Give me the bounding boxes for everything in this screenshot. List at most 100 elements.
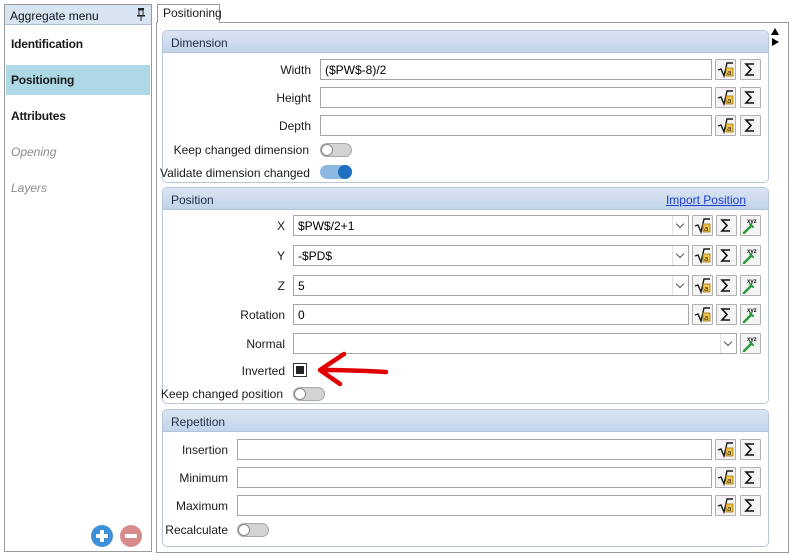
svg-text:a: a: [727, 506, 731, 513]
height-label: Height: [276, 91, 311, 105]
svg-text:xyz: xyz: [747, 308, 757, 314]
height-input[interactable]: [320, 87, 712, 108]
svg-text:a: a: [704, 315, 708, 322]
x-sum-button[interactable]: [716, 215, 737, 236]
add-button[interactable]: [91, 525, 113, 547]
width-label: Width: [280, 63, 311, 77]
svg-text:xyz: xyz: [747, 337, 757, 343]
insertion-sum-button[interactable]: [740, 439, 761, 460]
svg-text:a: a: [727, 478, 731, 485]
depth-sum-button[interactable]: [740, 115, 761, 136]
dimension-header: Dimension: [163, 31, 768, 53]
keep-changed-position-label: Keep changed position: [160, 387, 283, 401]
svg-text:a: a: [727, 70, 731, 77]
y-formula-button[interactable]: a: [692, 245, 713, 266]
scroll-up-icon[interactable]: [771, 28, 779, 35]
rotation-formula-button[interactable]: a: [692, 304, 713, 325]
svg-text:a: a: [704, 286, 708, 293]
dimension-title: Dimension: [171, 36, 228, 50]
insertion-formula-button[interactable]: a: [715, 439, 736, 460]
inverted-checkbox[interactable]: [293, 363, 307, 377]
insertion-label: Insertion: [181, 443, 228, 457]
depth-formula-button[interactable]: a: [715, 115, 736, 136]
nav-item-attributes[interactable]: Attributes: [6, 101, 150, 131]
z-sum-button[interactable]: [716, 275, 737, 296]
sqrt-formula-icon: a: [717, 442, 734, 458]
sqrt-formula-icon: a: [717, 498, 734, 514]
minimum-label: Minimum: [179, 471, 228, 485]
width-formula-button[interactable]: a: [715, 59, 736, 80]
y-pick-button[interactable]: xyz: [740, 245, 761, 266]
chevron-down-icon[interactable]: [672, 276, 688, 295]
insertion-input[interactable]: [237, 439, 712, 460]
minimum-sum-button[interactable]: [740, 467, 761, 488]
validate-dimension-changed-toggle[interactable]: [320, 165, 352, 179]
z-formula-button[interactable]: a: [692, 275, 713, 296]
recalculate-label: Recalculate: [165, 523, 228, 537]
import-position-link[interactable]: Import Position: [666, 193, 746, 207]
remove-button[interactable]: [120, 525, 142, 547]
xyz-pick-icon: xyz: [742, 219, 757, 234]
z-label: Z: [277, 279, 285, 293]
x-combobox[interactable]: $PW$/2+1: [293, 215, 689, 236]
maximum-label: Maximum: [175, 499, 228, 513]
y-label: Y: [276, 249, 285, 263]
sigma-sum-icon: [744, 471, 754, 484]
chevron-down-icon[interactable]: [672, 246, 688, 265]
xyz-pick-icon: xyz: [742, 308, 757, 323]
tab-positioning[interactable]: Positioning: [157, 4, 222, 23]
x-formula-button[interactable]: a: [692, 215, 713, 236]
sigma-sum-icon: [744, 63, 754, 76]
maximum-sum-button[interactable]: [740, 495, 761, 516]
minimum-formula-button[interactable]: a: [715, 467, 736, 488]
position-header: Position Import Position: [163, 188, 768, 210]
z-pick-button[interactable]: xyz: [740, 275, 761, 296]
svg-text:a: a: [727, 450, 731, 457]
sqrt-formula-icon: a: [694, 248, 711, 264]
normal-label: Normal: [246, 337, 285, 351]
sqrt-formula-icon: a: [694, 218, 711, 234]
nav-item-identification[interactable]: Identification: [6, 29, 150, 59]
repetition-header: Repetition: [163, 410, 768, 432]
width-input[interactable]: [320, 59, 712, 80]
rotation-sum-button[interactable]: [716, 304, 737, 325]
chevron-down-icon[interactable]: [672, 216, 688, 235]
y-combobox[interactable]: -$PD$: [293, 245, 689, 266]
nav-item-opening: Opening: [11, 145, 57, 159]
z-value: 5: [298, 279, 305, 293]
recalculate-toggle[interactable]: [237, 523, 269, 537]
scroll-right-icon[interactable]: [772, 38, 779, 46]
keep-changed-dimension-toggle[interactable]: [320, 143, 352, 157]
y-sum-button[interactable]: [716, 245, 737, 266]
xyz-pick-icon: xyz: [742, 279, 757, 294]
keep-changed-dimension-label: Keep changed dimension: [173, 143, 309, 157]
maximum-formula-button[interactable]: a: [715, 495, 736, 516]
rotation-input[interactable]: [293, 304, 689, 325]
svg-text:a: a: [727, 126, 731, 133]
sqrt-formula-icon: a: [694, 278, 711, 294]
svg-text:a: a: [704, 226, 708, 233]
width-sum-button[interactable]: [740, 59, 761, 80]
height-sum-button[interactable]: [740, 87, 761, 108]
rotation-pick-button[interactable]: xyz: [740, 304, 761, 325]
sqrt-formula-icon: a: [694, 307, 711, 323]
left-pane-header: Aggregate menu: [5, 5, 151, 25]
x-pick-button[interactable]: xyz: [740, 215, 761, 236]
sigma-sum-icon: [744, 499, 754, 512]
depth-input[interactable]: [320, 115, 712, 136]
height-formula-button[interactable]: a: [715, 87, 736, 108]
left-pane: Aggregate menu Identification Positionin…: [4, 4, 152, 552]
repetition-title: Repetition: [171, 415, 226, 429]
keep-changed-position-toggle[interactable]: [293, 387, 325, 401]
sigma-sum-icon: [744, 91, 754, 104]
depth-label: Depth: [278, 119, 311, 133]
maximum-input[interactable]: [237, 495, 712, 516]
normal-pick-button[interactable]: xyz: [740, 333, 761, 354]
chevron-down-icon[interactable]: [720, 334, 736, 353]
nav-item-positioning[interactable]: Positioning: [6, 65, 150, 95]
inverted-label: Inverted: [241, 364, 285, 378]
minimum-input[interactable]: [237, 467, 712, 488]
svg-text:xyz: xyz: [747, 249, 757, 255]
z-combobox[interactable]: 5: [293, 275, 689, 296]
pin-icon[interactable]: [137, 8, 145, 21]
